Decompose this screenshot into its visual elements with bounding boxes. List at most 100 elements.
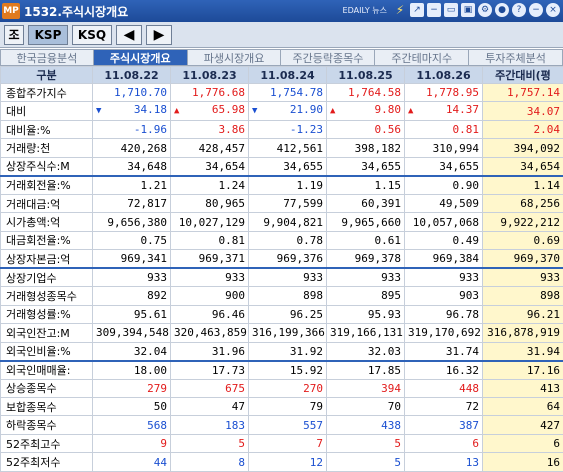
- table-cell: 3.86: [171, 120, 249, 138]
- window-icon[interactable]: ▭: [444, 3, 458, 17]
- cell-value: 21.90: [290, 103, 323, 116]
- tab-finance-analysis[interactable]: 한국금융분석: [0, 49, 94, 66]
- table-cell: 34.07: [483, 102, 563, 120]
- table-row: 외국인매매율:18.0017.7315.9217.8516.3217.16: [1, 361, 563, 379]
- table-cell: 16: [483, 453, 563, 471]
- table-cell: 1.24: [171, 176, 249, 194]
- table-cell: 413: [483, 379, 563, 397]
- table-row: 상장기업수933933933933933933: [1, 268, 563, 286]
- table-row: 거래대금:억72,81780,96577,59960,39149,50968,2…: [1, 194, 563, 212]
- table-cell: 279: [93, 379, 171, 397]
- header-date: 11.08.24: [249, 67, 327, 84]
- table-row: 하락종목수568183557438387427: [1, 416, 563, 434]
- table-cell: 310,994: [405, 139, 483, 157]
- cell-value: 14.37: [446, 103, 479, 116]
- row-label: 외국인잔고:M: [1, 324, 93, 342]
- table-cell: 5: [171, 434, 249, 452]
- ksp-button[interactable]: KSP: [28, 25, 68, 45]
- table-cell: 316,199,366: [249, 324, 327, 342]
- table-row: 외국인비율:%32.0431.9631.9232.0331.7431.94: [1, 342, 563, 360]
- tab-weekly-themes[interactable]: 주간테마지수: [375, 49, 469, 66]
- table-cell: 892: [93, 287, 171, 305]
- row-label: 대금회전율:%: [1, 231, 93, 249]
- table-cell: 2.04: [483, 120, 563, 138]
- table-cell: 438: [327, 416, 405, 434]
- table-cell: 8: [171, 453, 249, 471]
- table-cell: 969,384: [405, 250, 483, 268]
- header-date: 11.08.26: [405, 67, 483, 84]
- table-cell: ▲14.37: [405, 102, 483, 120]
- table-cell: -1.96: [93, 120, 171, 138]
- minus-box-icon[interactable]: −: [427, 3, 441, 17]
- table-cell: 95.61: [93, 305, 171, 323]
- row-label: 거래대금:억: [1, 194, 93, 212]
- table-cell: 1.19: [249, 176, 327, 194]
- prev-button[interactable]: ◀: [116, 25, 142, 45]
- ksq-button[interactable]: KSQ: [72, 25, 112, 45]
- table-cell: 412,561: [249, 139, 327, 157]
- tab-investor-analysis[interactable]: 투자주체분석: [469, 49, 563, 66]
- table-cell: 933: [327, 268, 405, 286]
- table-cell: 557: [249, 416, 327, 434]
- close-icon[interactable]: ×: [546, 3, 560, 17]
- table-cell: 6: [405, 434, 483, 452]
- down-triangle-icon: ▼: [96, 103, 101, 119]
- brand-label: EDAILY 뉴스: [343, 5, 387, 16]
- settings-icon[interactable]: ⚙: [478, 3, 492, 17]
- lightning-icon[interactable]: ⚡: [393, 3, 407, 17]
- row-label: 거래량:천: [1, 139, 93, 157]
- row-label: 상장자본금:억: [1, 250, 93, 268]
- table-cell: 0.81: [171, 231, 249, 249]
- table-cell: 34,648: [93, 157, 171, 175]
- down-triangle-icon: ▼: [252, 103, 257, 119]
- table-cell: 31.94: [483, 342, 563, 360]
- circle-icon[interactable]: ●: [495, 3, 509, 17]
- table-cell: 50: [93, 397, 171, 415]
- tab-derivatives[interactable]: 파생시장개요: [188, 49, 282, 66]
- tab-market-overview[interactable]: 주식시장개요: [94, 49, 188, 66]
- table-row: 시가총액:억9,656,38010,027,1299,904,8219,965,…: [1, 213, 563, 231]
- table-cell: 34,654: [483, 157, 563, 175]
- row-label: 외국인비율:%: [1, 342, 93, 360]
- print-icon[interactable]: ▣: [461, 3, 475, 17]
- table-cell: 32.03: [327, 342, 405, 360]
- header-date: 11.08.25: [327, 67, 405, 84]
- row-label: 대비: [1, 102, 93, 120]
- row-label: 52주최고수: [1, 434, 93, 452]
- table-cell: 0.69: [483, 231, 563, 249]
- table-cell: 12: [249, 453, 327, 471]
- table-row: 거래형성률:%95.6196.4696.2595.9396.7896.21: [1, 305, 563, 323]
- table-cell: 933: [405, 268, 483, 286]
- window-title: 1532.주식시장개요: [24, 3, 128, 20]
- row-label: 상장주식수:M: [1, 157, 93, 175]
- table-cell: 898: [249, 287, 327, 305]
- link-icon[interactable]: ↗: [410, 3, 424, 17]
- table-cell: 969,371: [171, 250, 249, 268]
- table-cell: 320,463,859: [171, 324, 249, 342]
- table-cell: 898: [483, 287, 563, 305]
- table-cell: 9: [93, 434, 171, 452]
- row-label: 대비율:%: [1, 120, 93, 138]
- table-cell: 7: [249, 434, 327, 452]
- table-cell: 17.73: [171, 361, 249, 379]
- table-cell: 428,457: [171, 139, 249, 157]
- grid-button[interactable]: 조: [4, 25, 24, 45]
- table-cell: 0.49: [405, 231, 483, 249]
- table-cell: ▼ 21.90: [249, 102, 327, 120]
- row-label: 시가총액:억: [1, 213, 93, 231]
- table-cell: 319,170,692: [405, 324, 483, 342]
- table-cell: ▲9.80: [327, 102, 405, 120]
- row-label: 보합종목수: [1, 397, 93, 415]
- table-cell: 96.46: [171, 305, 249, 323]
- table-cell: 9,922,212: [483, 213, 563, 231]
- table-row: 대비율:%-1.963.86-1.230.560.812.04: [1, 120, 563, 138]
- table-cell: 969,370: [483, 250, 563, 268]
- next-button[interactable]: ▶: [146, 25, 172, 45]
- help-icon[interactable]: ?: [512, 3, 526, 17]
- table-cell: 10,057,068: [405, 213, 483, 231]
- table-cell: 70: [327, 397, 405, 415]
- table-cell: 1.15: [327, 176, 405, 194]
- tab-weekly-movers[interactable]: 주간등락종목수: [281, 49, 375, 66]
- minimize-icon[interactable]: −: [529, 3, 543, 17]
- table-cell: 969,376: [249, 250, 327, 268]
